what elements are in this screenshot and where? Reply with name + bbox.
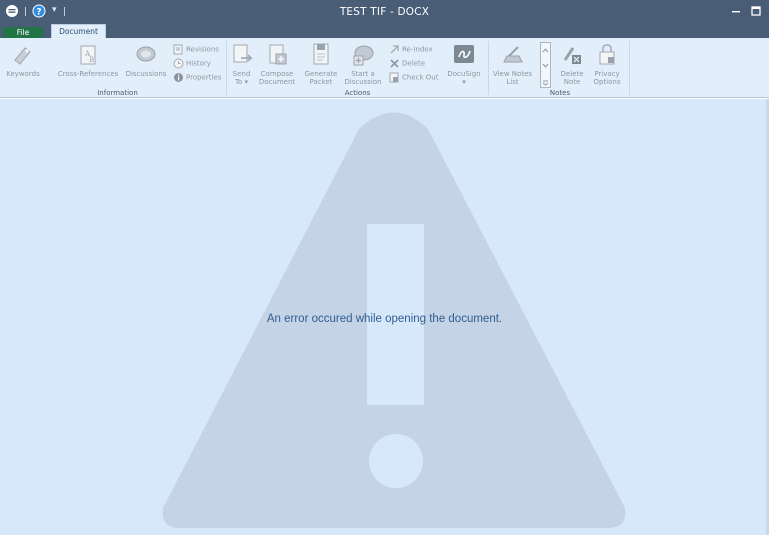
view-notes-list-icon: [502, 46, 523, 63]
discussions-label: Discussions: [125, 70, 167, 78]
view-notes-list-label-1: View Notes: [492, 70, 533, 78]
discussions-icon: [136, 46, 156, 62]
tab-file[interactable]: File: [3, 27, 43, 38]
keywords-label: Keywords: [6, 70, 40, 78]
delete-label: Delete: [402, 59, 425, 68]
send-to-icon: [233, 44, 253, 63]
error-message: An error occured while opening the docum…: [266, 313, 503, 325]
cross-references-icon: AB: [80, 45, 96, 65]
delete-note-icon: [563, 47, 581, 64]
minimize-button[interactable]: [729, 5, 743, 17]
start-discussion-button[interactable]: Start a Discussion: [342, 42, 384, 86]
docusign-label-1: DocuSign: [447, 70, 481, 78]
history-button[interactable]: History: [173, 58, 211, 69]
keywords-icon: [14, 47, 31, 65]
send-to-label-2: To ▾: [234, 78, 249, 86]
revisions-label: Revisions: [186, 45, 219, 54]
group-separator: [629, 41, 630, 95]
group-separator: [226, 41, 227, 95]
docusign-icon: [454, 45, 474, 63]
history-label: History: [186, 59, 211, 68]
privacy-options-label-1: Privacy: [594, 70, 620, 78]
compose-document-label-2: Document: [258, 78, 296, 86]
start-discussion-icon: [353, 45, 374, 66]
generate-packet-label-2: Packet: [309, 78, 333, 86]
check-out-button[interactable]: Check Out: [389, 72, 438, 83]
generate-packet-icon: [313, 43, 329, 65]
view-notes-list-label-2: List: [506, 78, 519, 86]
maximize-button[interactable]: [749, 5, 763, 17]
docusign-button[interactable]: DocuSign ▾: [445, 42, 483, 86]
group-label-actions: Actions: [344, 89, 371, 97]
compose-document-icon: [269, 44, 287, 65]
revisions-button[interactable]: Revisions: [173, 44, 219, 55]
send-to-button[interactable]: Send To ▾: [228, 42, 255, 86]
properties-icon: [174, 73, 183, 82]
delete-note-label-2: Note: [563, 78, 581, 86]
window-title: TEST TIF - DOCX: [339, 6, 430, 18]
generate-packet-button[interactable]: Generate Packet: [302, 42, 340, 86]
start-discussion-label-2: Discussion: [344, 78, 382, 86]
send-to-label-1: Send: [232, 70, 251, 78]
generate-packet-label-1: Generate: [304, 70, 338, 78]
reindex-label: Re-Index: [402, 45, 433, 54]
cross-references-button[interactable]: AB Cross-References: [57, 42, 119, 78]
revisions-icon: [173, 44, 183, 55]
gallery-expand-icon[interactable]: [541, 78, 550, 87]
group-label-notes: Notes: [549, 89, 571, 97]
discussions-button[interactable]: Discussions: [124, 42, 168, 78]
cross-references-label: Cross-References: [57, 70, 119, 78]
reindex-icon: [390, 45, 399, 54]
group-separator: [488, 41, 489, 95]
delete-note-label-1: Delete: [560, 70, 584, 78]
title-bar: ? ▾ TEST TIF - DOCX: [0, 0, 769, 24]
privacy-options-icon: [599, 44, 615, 65]
ribbon: Keywords AB Cross-References Discussions…: [0, 38, 769, 98]
ribbon-tab-row: File Document: [0, 24, 769, 38]
check-out-icon: [389, 72, 399, 83]
tab-document[interactable]: Document: [51, 24, 106, 38]
docusign-label-2: ▾: [462, 78, 466, 86]
notes-gallery-scroller[interactable]: [540, 42, 551, 88]
chevron-down-icon[interactable]: [541, 61, 550, 70]
start-discussion-label-1: Start a: [351, 70, 375, 78]
svg-text:B: B: [89, 56, 94, 64]
chevron-up-icon[interactable]: [541, 46, 550, 55]
reindex-button[interactable]: Re-Index: [389, 44, 433, 55]
privacy-options-label-2: Options: [593, 78, 621, 86]
properties-label: Properties: [186, 73, 222, 82]
delete-icon: [390, 59, 399, 68]
compose-document-label-1: Compose: [260, 70, 294, 78]
delete-button[interactable]: Delete: [389, 58, 425, 69]
view-notes-list-button[interactable]: View Notes List: [490, 42, 535, 86]
document-view: An error occured while opening the docum…: [0, 99, 769, 535]
history-icon: [173, 58, 184, 69]
delete-note-button[interactable]: Delete Note: [555, 42, 589, 86]
group-label-information: Information: [97, 89, 138, 97]
check-out-label: Check Out: [402, 73, 439, 82]
privacy-options-button[interactable]: Privacy Options: [589, 42, 625, 86]
properties-button[interactable]: Properties: [173, 72, 221, 83]
compose-document-button[interactable]: Compose Document: [256, 42, 298, 86]
keywords-button[interactable]: Keywords: [3, 42, 43, 78]
